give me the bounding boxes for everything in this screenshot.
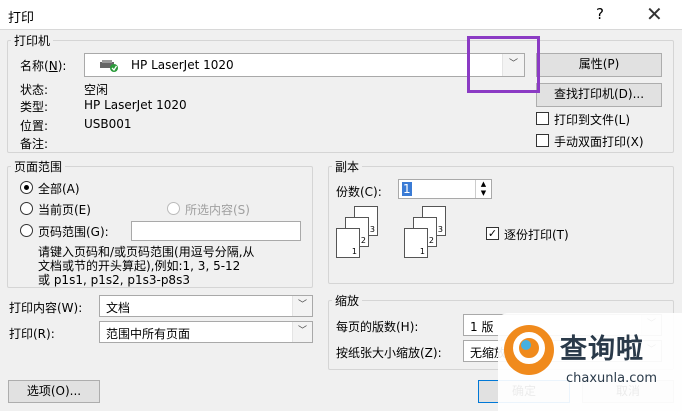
copies-stack-collated: 3 2 1 bbox=[336, 206, 384, 262]
range-pages-label: 页码范围(G): bbox=[38, 225, 109, 239]
status-label: 状态: bbox=[20, 83, 49, 97]
range-hint-3: 或 p1s1, p1s2, p1s3-p8s3 bbox=[38, 273, 190, 287]
printer-select[interactable]: HP LaserJet 1020 ﹀ bbox=[84, 53, 525, 77]
printer-icon bbox=[99, 59, 119, 72]
copies-count-input[interactable]: 1 ▲ ▼ bbox=[398, 179, 492, 199]
chevron-down-icon[interactable]: ﹀ bbox=[292, 322, 312, 342]
options-button[interactable]: 选项(O)... bbox=[8, 380, 100, 403]
spinner-down-icon[interactable]: ▼ bbox=[475, 189, 491, 198]
print-what-label: 打印内容(W): bbox=[9, 301, 83, 315]
stack-b-page-2: 2 bbox=[428, 236, 434, 245]
window-title: 打印 bbox=[8, 11, 35, 26]
copies-stack-uncollated: 3 2 1 bbox=[404, 206, 452, 262]
copies-count-label: 份数(C): bbox=[336, 185, 382, 199]
annotation-highlight-box bbox=[467, 36, 540, 93]
range-current-label: 当前页(E) bbox=[38, 203, 91, 217]
stack-b-page-3: 3 bbox=[437, 225, 443, 234]
status-value: 空闲 bbox=[84, 83, 109, 97]
scale-label: 按纸张大小缩放(Z): bbox=[336, 346, 442, 360]
watermark-logo-icon bbox=[504, 325, 554, 375]
print-label: 打印(R): bbox=[9, 327, 55, 341]
pages-per-sheet-value: 1 版 bbox=[470, 320, 494, 334]
range-current-radio[interactable] bbox=[20, 202, 33, 215]
copies-group-label: 副本 bbox=[332, 158, 363, 175]
manual-duplex-checkbox[interactable] bbox=[536, 134, 549, 147]
pages-input[interactable] bbox=[131, 221, 301, 241]
copies-count-value: 1 bbox=[402, 182, 412, 196]
find-printer-button[interactable]: 查找打印机(D)... bbox=[536, 83, 662, 107]
printer-group-label: 打印机 bbox=[11, 32, 54, 49]
title-bar: 打印 ? ✕ bbox=[0, 0, 682, 30]
printer-selected: HP LaserJet 1020 bbox=[131, 58, 234, 72]
properties-button[interactable]: 属性(P) bbox=[536, 53, 662, 77]
printer-name-label: 名称(N): bbox=[20, 59, 67, 73]
help-button[interactable]: ? bbox=[596, 5, 604, 23]
chevron-down-icon[interactable]: ﹀ bbox=[292, 296, 312, 316]
collate-label: 逐份打印(T) bbox=[504, 228, 569, 242]
watermark-name: 查询啦 bbox=[560, 334, 644, 365]
range-all-radio[interactable] bbox=[20, 181, 33, 194]
zoom-group-label: 缩放 bbox=[332, 292, 363, 309]
print-to-file-label: 打印到文件(L) bbox=[554, 113, 631, 127]
stack-a-page-2: 2 bbox=[360, 236, 366, 245]
pages-per-sheet-label: 每页的版数(H): bbox=[336, 320, 419, 334]
where-label: 位置: bbox=[20, 119, 49, 133]
stack-a-page-3: 3 bbox=[369, 225, 375, 234]
stack-b-page-1: 1 bbox=[419, 247, 425, 256]
stack-a-page-1: 1 bbox=[351, 247, 357, 256]
where-value: USB001 bbox=[84, 117, 132, 131]
range-all-label: 全部(A) bbox=[38, 182, 80, 196]
print-select[interactable]: 范围中所有页面 ﹀ bbox=[99, 321, 313, 343]
watermark: 查询啦 chaxunla.com bbox=[498, 313, 682, 411]
print-dialog: 打印 ? ✕ 打印机 名称(N): HP LaserJet 1020 ﹀ 属性(… bbox=[0, 0, 682, 411]
print-what-value: 文档 bbox=[106, 301, 131, 315]
watermark-url: chaxunla.com bbox=[566, 371, 657, 386]
type-label: 类型: bbox=[20, 100, 49, 114]
page-range-group-label: 页面范围 bbox=[11, 158, 66, 175]
range-selection-radio bbox=[167, 202, 180, 215]
print-to-file-checkbox[interactable] bbox=[536, 112, 549, 125]
manual-duplex-label: 手动双面打印(X) bbox=[554, 135, 644, 149]
range-selection-label: 所选内容(S) bbox=[185, 203, 250, 217]
print-value: 范围中所有页面 bbox=[106, 327, 191, 341]
comment-label: 备注: bbox=[20, 137, 49, 151]
print-what-select[interactable]: 文档 ﹀ bbox=[99, 295, 313, 317]
collate-checkbox[interactable]: ✓ bbox=[486, 227, 499, 240]
spinner-up-icon[interactable]: ▲ bbox=[475, 180, 491, 189]
range-pages-radio[interactable] bbox=[20, 224, 33, 237]
close-icon[interactable]: ✕ bbox=[646, 2, 663, 26]
type-value: HP LaserJet 1020 bbox=[84, 98, 187, 112]
